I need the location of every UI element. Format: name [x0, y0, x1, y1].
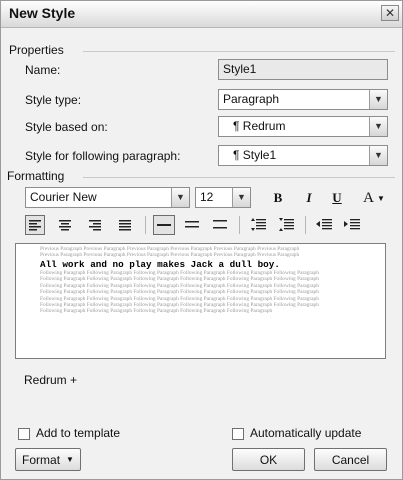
one-half-spacing-button[interactable]	[181, 215, 203, 235]
auto-update-label: Automatically update	[250, 426, 362, 440]
font-color-button[interactable]: A ▼	[359, 188, 389, 208]
chevron-down-icon: ▼	[376, 193, 385, 203]
chevron-down-icon[interactable]: ▼	[369, 90, 387, 109]
cancel-button[interactable]: Cancel	[314, 448, 387, 471]
formatting-legend: Formatting	[7, 169, 65, 183]
following-style-value: ¶ Style1	[233, 148, 277, 162]
chevron-down-icon[interactable]: ▼	[232, 188, 250, 207]
font-value: Courier New	[30, 190, 97, 204]
underline-button[interactable]: U	[328, 188, 346, 208]
style-type-value: Paragraph	[223, 92, 280, 106]
properties-legend: Properties	[9, 43, 64, 57]
close-icon: ✕	[384, 6, 396, 20]
style-type-select[interactable]: Paragraph ▼	[218, 89, 388, 110]
one-half-spacing-icon	[185, 221, 199, 228]
formatting-divider	[83, 177, 395, 178]
toolbar-separator	[145, 216, 146, 234]
font-select[interactable]: Courier New ▼	[25, 187, 190, 208]
new-style-dialog: New Style ✕ Properties Name: Style1 Styl…	[0, 0, 403, 480]
following-paragraph-line: Following Paragraph Following Paragraph …	[40, 308, 273, 315]
style-type-label: Style type:	[25, 93, 82, 107]
format-button-label: Format	[22, 452, 61, 467]
space-before-button[interactable]	[247, 215, 269, 235]
align-left-icon	[29, 219, 41, 230]
align-center-icon	[59, 219, 71, 230]
name-field[interactable]: Style1	[218, 59, 388, 80]
italic-button[interactable]: I	[300, 188, 318, 208]
name-label: Name:	[25, 63, 61, 77]
style-description: Redrum +	[24, 373, 78, 387]
name-value: Style1	[223, 62, 257, 76]
style-based-on-select[interactable]: ¶ Redrum ▼	[218, 116, 388, 137]
toolbar-separator	[239, 216, 240, 234]
increase-indent-icon	[344, 218, 360, 229]
space-before-icon	[251, 218, 266, 231]
format-button[interactable]: Format ▼	[15, 448, 81, 471]
style-based-on-value: ¶ Redrum	[233, 119, 286, 133]
double-spacing-icon	[213, 220, 227, 229]
align-left-button[interactable]	[25, 215, 45, 235]
style-based-on-label: Style based on:	[25, 120, 108, 134]
bold-button[interactable]: B	[269, 188, 287, 208]
decrease-indent-icon	[316, 218, 332, 229]
close-button[interactable]: ✕	[381, 5, 399, 21]
preview-sample-text: All work and no play makes Jack a dull b…	[40, 259, 280, 270]
space-after-button[interactable]	[275, 215, 297, 235]
double-spacing-button[interactable]	[209, 215, 231, 235]
style-preview: Previous Paragraph Previous Paragraph Pr…	[15, 243, 386, 359]
justify-button[interactable]	[115, 215, 135, 235]
justify-icon	[119, 219, 131, 230]
previous-paragraph-line: Previous Paragraph Previous Paragraph Pr…	[40, 252, 300, 259]
single-spacing-icon	[157, 224, 171, 226]
properties-divider	[83, 51, 395, 52]
font-color-icon: A	[363, 189, 374, 206]
space-after-icon	[279, 218, 294, 231]
align-center-button[interactable]	[55, 215, 75, 235]
chevron-down-icon[interactable]: ▼	[171, 188, 189, 207]
align-right-button[interactable]	[85, 215, 105, 235]
decrease-indent-button[interactable]	[313, 215, 335, 235]
toolbar-separator	[305, 216, 306, 234]
auto-update-checkbox[interactable]	[232, 428, 244, 440]
font-size-select[interactable]: 12 ▼	[195, 187, 251, 208]
chevron-down-icon[interactable]: ▼	[369, 146, 387, 165]
title-bar: New Style ✕	[1, 1, 402, 28]
following-style-select[interactable]: ¶ Style1 ▼	[218, 145, 388, 166]
single-spacing-button[interactable]	[153, 215, 175, 235]
dialog-title: New Style	[9, 5, 76, 21]
align-right-icon	[89, 219, 101, 230]
chevron-down-icon: ▼	[66, 455, 74, 464]
chevron-down-icon[interactable]: ▼	[369, 117, 387, 136]
add-to-template-label: Add to template	[36, 426, 121, 440]
following-style-label: Style for following paragraph:	[25, 149, 181, 163]
add-to-template-checkbox[interactable]	[18, 428, 30, 440]
increase-indent-button[interactable]	[341, 215, 363, 235]
ok-button[interactable]: OK	[232, 448, 305, 471]
font-size-value: 12	[200, 190, 214, 204]
